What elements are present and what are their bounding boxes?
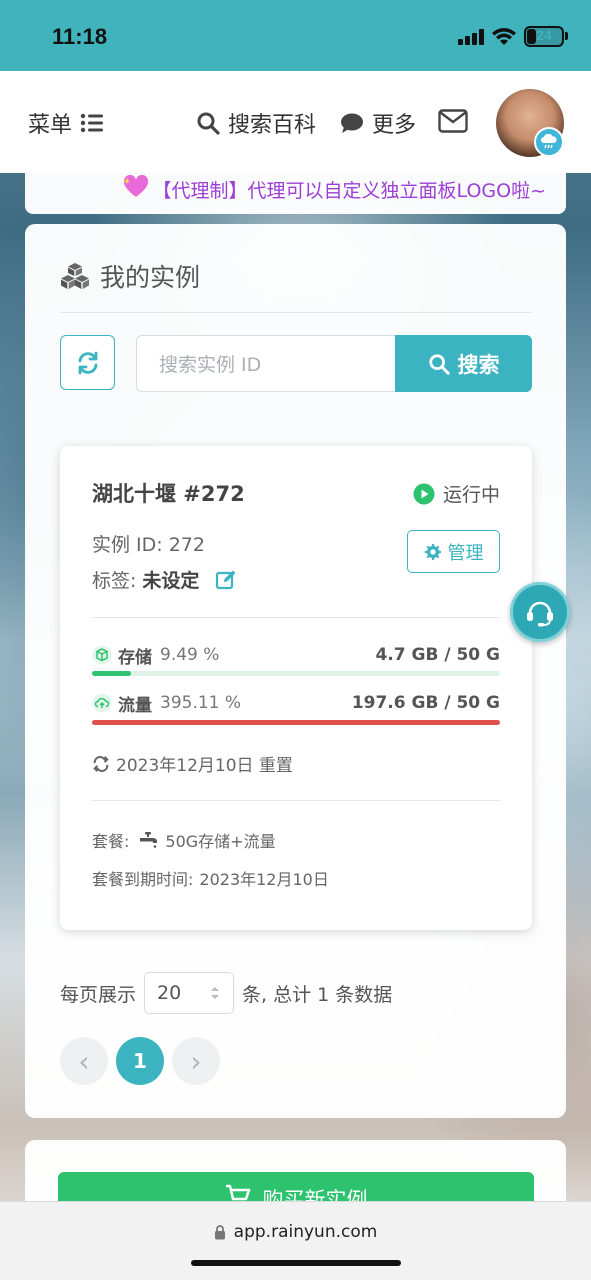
page-size-control: 每页展示 20 条, 总计 1 条数据: [60, 972, 392, 1014]
mail-button[interactable]: [438, 109, 468, 133]
instance-card[interactable]: 湖北十堰 #272 运行中 实例 ID: 272 标签: 未设定 管理 存储 9…: [60, 446, 532, 930]
traffic-label: 流量: [118, 695, 152, 716]
status-time: 11:18: [52, 24, 108, 49]
storage-progress-fill: [92, 671, 131, 676]
browser-address-bar[interactable]: app.rainyun.com: [0, 1201, 591, 1280]
chevron-left-icon: ‹: [78, 1044, 90, 1078]
top-navbar: 菜单 搜索百科 更多: [0, 71, 591, 173]
instance-id: 实例 ID: 272: [92, 534, 205, 556]
storage-progress-track: [92, 671, 500, 676]
manage-button[interactable]: 管理: [407, 530, 500, 573]
reset-date-row: 2023年12月10日 重置: [92, 751, 293, 776]
cellular-signal-icon: [458, 29, 484, 45]
tag-value: 未设定: [142, 570, 200, 592]
instance-name: 湖北十堰 #272: [92, 482, 245, 506]
url-display[interactable]: app.rainyun.com: [0, 1222, 591, 1242]
expiry-row: 套餐到期时间: 2023年12月10日: [92, 866, 329, 890]
menu-label: 菜单: [28, 113, 73, 138]
storage-box-icon: [92, 645, 112, 665]
search-icon: [197, 112, 220, 135]
sparkling-heart-icon: [123, 174, 149, 204]
next-page-button[interactable]: ›: [172, 1037, 220, 1085]
storage-usage-row: 存储 9.49 % 4.7 GB / 50 G: [92, 643, 500, 668]
traffic-amount: 197.6 GB / 50 G: [351, 693, 500, 713]
status-bar: 11:18 24: [0, 0, 591, 71]
buy-new-instance-button[interactable]: 购买新实例: [58, 1172, 534, 1202]
traffic-progress-track: [92, 720, 500, 725]
chevron-right-icon: ›: [190, 1044, 202, 1078]
search-button-label: 搜索: [457, 352, 500, 377]
instance-divider-bottom: [92, 800, 500, 801]
panel-title: 我的实例: [60, 258, 200, 294]
play-circle-icon: [413, 483, 435, 504]
reset-date-text: 2023年12月10日 重置: [116, 756, 293, 776]
traffic-usage-row: 流量 395.11 % 197.6 GB / 50 G: [92, 691, 500, 716]
chat-bubble-icon: [341, 113, 363, 133]
tag-label: 标签:: [92, 570, 137, 592]
prev-page-button[interactable]: ‹: [60, 1037, 108, 1085]
user-avatar[interactable]: [496, 89, 564, 157]
announcement-text: 【代理制】代理可以自定义独立面板LOGO啦~: [152, 180, 546, 202]
instance-tag: 标签: 未设定: [92, 566, 237, 593]
page-size-value: 20: [157, 982, 182, 1004]
shopping-cart-icon: [225, 1184, 250, 1202]
buy-button-label: 购买新实例: [262, 1188, 368, 1202]
buy-instance-panel: 购买新实例: [25, 1140, 566, 1202]
instance-status: 运行中: [413, 480, 500, 507]
search-wiki-label: 搜索百科: [228, 113, 317, 138]
cloud-upload-icon: [92, 693, 112, 713]
search-wiki-button[interactable]: 搜索百科: [196, 107, 316, 139]
my-instances-panel: 我的实例 搜索实例 ID 搜索 湖北十堰 #272 运行中 实例 ID: 272: [25, 224, 566, 1118]
title-divider: [60, 312, 532, 313]
refresh-icon: [78, 351, 97, 374]
plan-label: 套餐:: [92, 832, 130, 851]
instance-divider-top: [92, 617, 500, 618]
gear-icon: [424, 543, 441, 560]
edit-icon[interactable]: [215, 569, 237, 591]
battery-level: 24: [536, 27, 552, 43]
url-text: app.rainyun.com: [233, 1222, 378, 1242]
page-1-button[interactable]: 1: [116, 1037, 164, 1085]
rain-cloud-badge-icon: [534, 127, 564, 157]
instance-id-search-input[interactable]: 搜索实例 ID: [136, 335, 396, 392]
manage-label: 管理: [447, 542, 484, 564]
cubes-icon: [61, 263, 89, 289]
storage-label: 存储: [118, 647, 152, 668]
battery-tip: [565, 32, 568, 40]
storage-percent: 9.49 %: [160, 645, 220, 665]
battery-icon: 24: [524, 26, 564, 47]
envelope-icon: [438, 109, 468, 133]
menu-button[interactable]: 菜单: [28, 107, 104, 139]
per-page-label: 每页展示: [60, 983, 137, 1006]
traffic-progress-fill: [92, 720, 500, 725]
refresh-button[interactable]: [60, 335, 115, 390]
faucet-icon: [140, 832, 158, 848]
status-text: 运行中: [442, 484, 500, 506]
headset-icon: [527, 601, 553, 627]
plan-value: 50G存储+流量: [165, 832, 276, 851]
total-count-text: 条, 总计 1 条数据: [242, 983, 393, 1006]
expiry-label: 套餐到期时间:: [92, 870, 194, 889]
more-label: 更多: [372, 113, 417, 138]
page-number: 1: [133, 1049, 147, 1073]
search-placeholder: 搜索实例 ID: [159, 354, 262, 376]
stepper-arrows-icon: [211, 987, 220, 999]
wifi-icon: [492, 28, 516, 45]
storage-amount: 4.7 GB / 50 G: [375, 645, 500, 665]
panel-title-text: 我的实例: [100, 263, 201, 292]
more-button[interactable]: 更多: [340, 107, 416, 139]
traffic-percent: 395.11 %: [160, 693, 242, 713]
customer-support-button[interactable]: [510, 582, 570, 642]
plan-row: 套餐: 50G存储+流量: [92, 828, 276, 852]
list-menu-icon: [80, 113, 104, 133]
search-button[interactable]: 搜索: [395, 335, 532, 392]
repeat-icon: [93, 755, 109, 772]
announcement-banner[interactable]: 【代理制】代理可以自定义独立面板LOGO啦~: [25, 165, 566, 214]
page-size-select[interactable]: 20: [144, 972, 235, 1014]
home-indicator[interactable]: [191, 1260, 401, 1266]
lock-icon: [214, 1224, 225, 1239]
expiry-value: 2023年12月10日: [199, 870, 329, 889]
search-icon: [428, 353, 450, 375]
